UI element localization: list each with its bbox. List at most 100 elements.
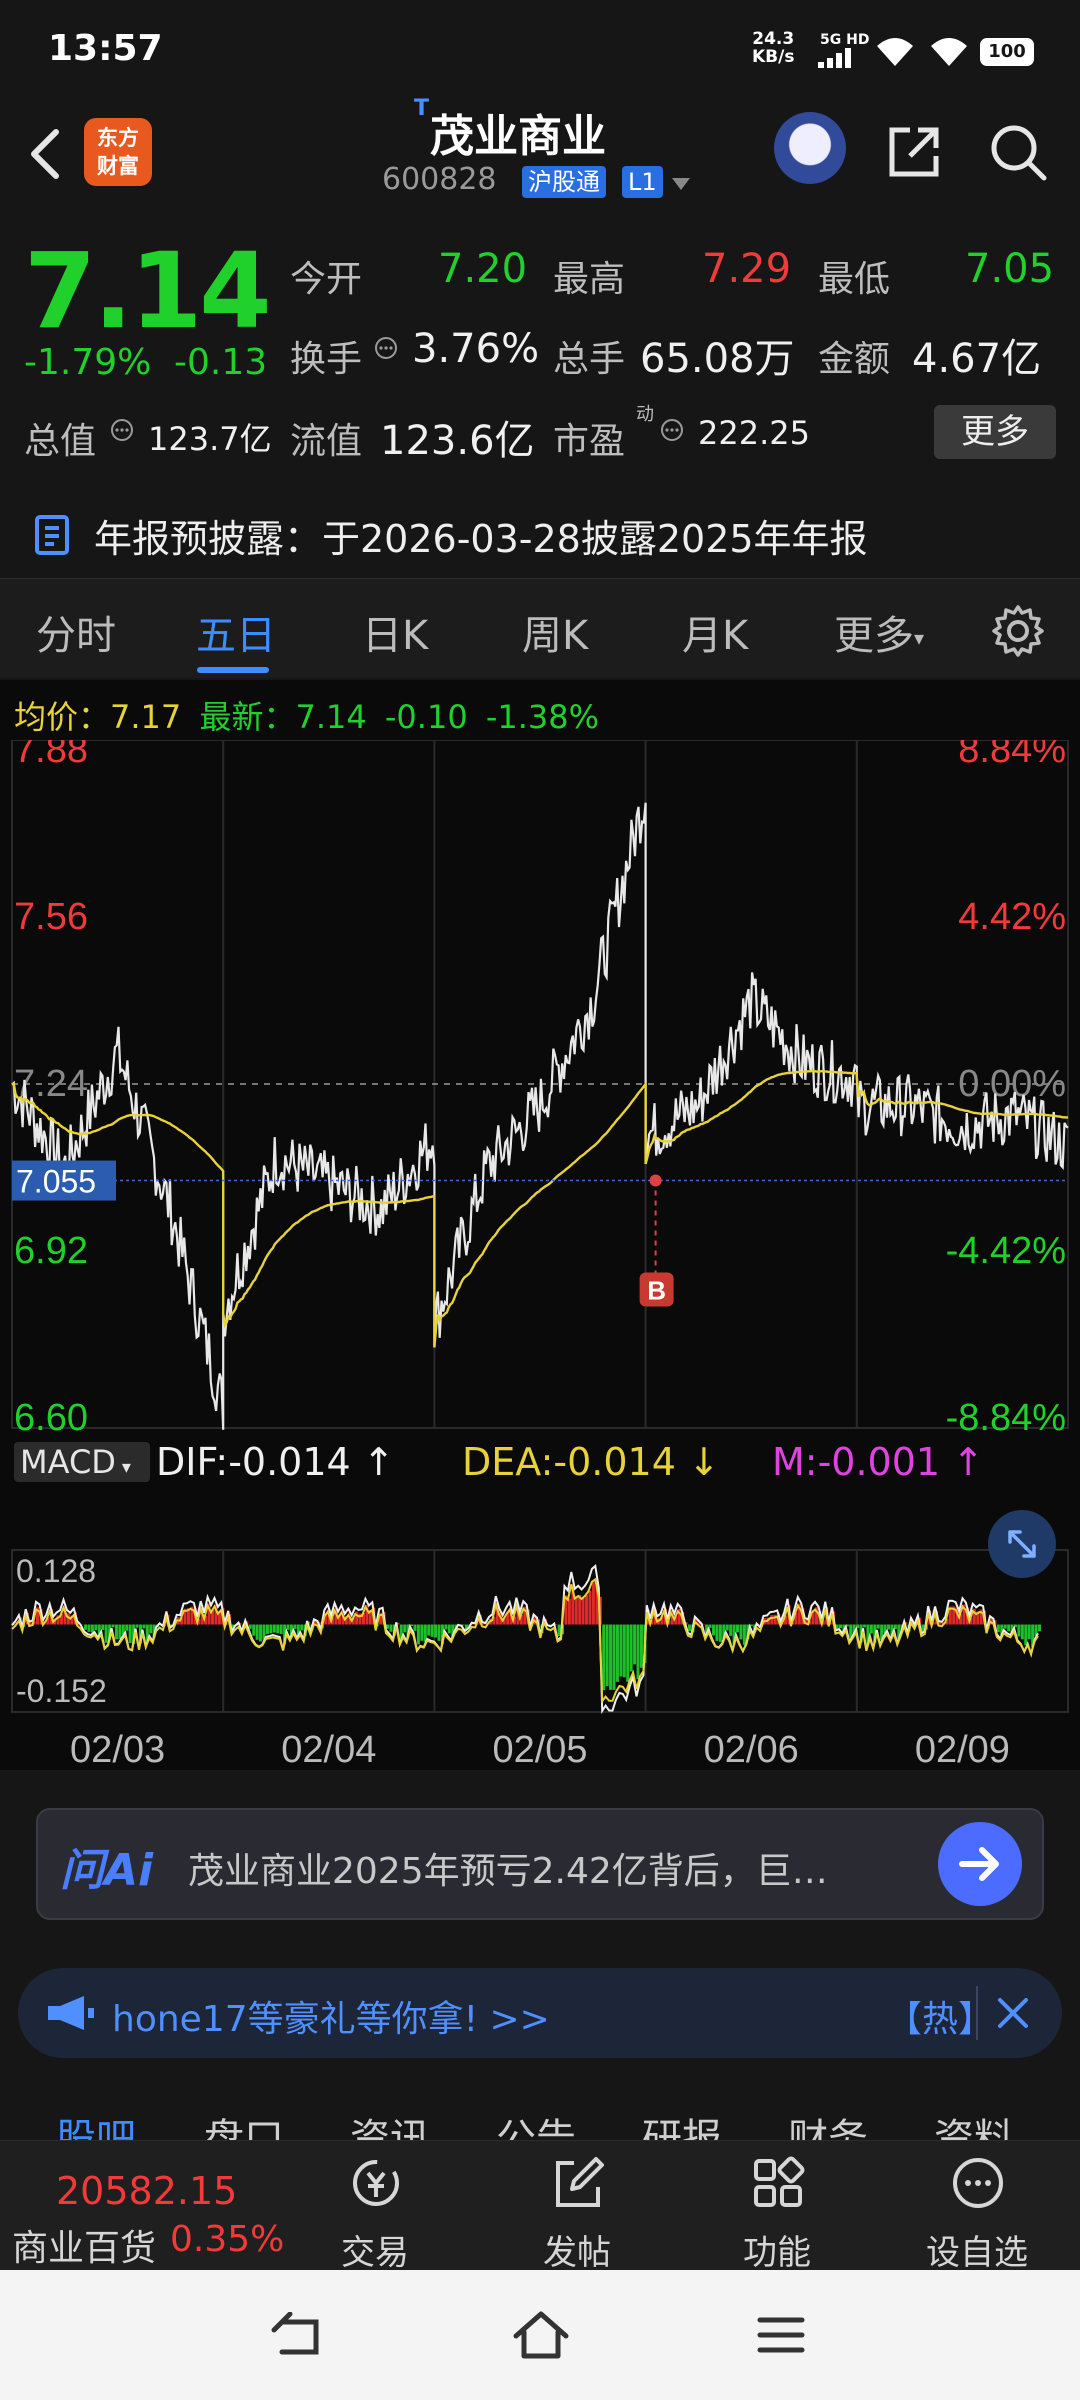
expand-icon[interactable]	[988, 1510, 1056, 1578]
macd-bar	[437, 1624, 441, 1641]
macd-bar	[1017, 1624, 1021, 1637]
tab-financials[interactable]: 财务	[788, 2106, 868, 2144]
cursor-value: 7.055	[16, 1164, 96, 1200]
more-button[interactable]: 更多	[934, 405, 1056, 459]
macd-bar	[248, 1624, 252, 1629]
chart-legend: 均价：7.17 最新：7.14 -0.10 -1.38%	[14, 692, 607, 738]
change-percent: -1.79%	[24, 342, 152, 383]
macd-bar	[626, 1624, 630, 1682]
macd-bar	[444, 1624, 448, 1630]
macd-bar	[715, 1624, 719, 1641]
m-value: -0.001	[817, 1440, 941, 1484]
nav-post-label: 发帖	[543, 2233, 611, 2273]
five-day-chart[interactable]: 均价：7.17 最新：7.14 -0.10 -1.38% 7.88 7.56 7.2…	[0, 680, 1080, 1770]
low-label: 最低	[818, 259, 891, 300]
macd-bar	[293, 1624, 297, 1629]
net-speed-value: 24.3	[752, 29, 795, 49]
macd-bar	[639, 1624, 643, 1668]
tab-announcements[interactable]: 公告	[496, 2106, 576, 2144]
x-tick-label: 02/06	[704, 1729, 799, 1770]
gear-icon[interactable]	[990, 603, 1046, 659]
trade-icon	[353, 2160, 399, 2206]
dif-readout: DIF:-0.014 ↑	[156, 1440, 395, 1484]
share-icon[interactable]	[882, 120, 946, 184]
promo-text: hone17等豪礼等你拿! >>	[112, 1999, 550, 2040]
battery-icon: 100	[980, 38, 1034, 66]
macd-bar	[567, 1598, 571, 1625]
tab-weekly-k[interactable]: 周K	[522, 603, 588, 661]
macd-bar	[581, 1597, 585, 1625]
ai-send-button[interactable]	[938, 1822, 1022, 1906]
ai-logo: 问Ai	[60, 1845, 154, 1896]
macd-bar	[420, 1624, 424, 1641]
indicator-selector[interactable]: MACD ▾	[14, 1442, 150, 1482]
macd-bar	[447, 1624, 451, 1634]
macd-bar	[887, 1624, 891, 1630]
status-time: 13:57	[48, 28, 163, 69]
promo-banner[interactable]: hone17等豪礼等你拿! >> 【热】	[18, 1968, 1062, 2058]
tab-intraday[interactable]: 分时	[36, 603, 116, 661]
tab-daily-k[interactable]: 日K	[362, 603, 428, 661]
close-icon[interactable]	[990, 1990, 1036, 2036]
back-arrow-icon[interactable]	[22, 124, 72, 184]
stock-code: 600828	[382, 162, 497, 197]
high-value: 7.29	[702, 246, 792, 292]
back-gesture-icon[interactable]	[270, 2312, 330, 2362]
latest-value: 7.14	[295, 698, 367, 736]
logo-line-1: 东方	[97, 126, 139, 150]
x-tick-label: 02/05	[492, 1729, 587, 1770]
macd-bar	[84, 1624, 88, 1630]
latest-label: 最新：	[199, 698, 296, 736]
macd-bar	[633, 1624, 637, 1665]
tab-research[interactable]: 研报	[642, 2106, 722, 2144]
tab-more[interactable]: 更多▾	[834, 603, 924, 661]
title-mark: T	[414, 96, 430, 121]
chevron-down-icon[interactable]	[672, 178, 690, 190]
ai-robot-icon[interactable]	[774, 112, 846, 184]
tab-guba[interactable]: 股吧	[56, 2106, 136, 2144]
pe-superscript: 动	[636, 404, 654, 425]
dea-label: DEA:	[462, 1440, 554, 1484]
macd-bar	[1027, 1624, 1031, 1640]
y-tick-right: 4.42%	[958, 896, 1066, 938]
info-icon[interactable]	[110, 418, 134, 442]
chart-period-tabs: 分时 五日 日K 周K 月K 更多▾	[0, 578, 1080, 678]
macd-bar	[255, 1624, 259, 1640]
search-icon[interactable]	[986, 120, 1050, 184]
tab-profile[interactable]: 资料	[934, 2106, 1014, 2144]
tab-news[interactable]: 资讯	[350, 2106, 430, 2144]
macd-bar	[712, 1624, 716, 1636]
home-icon[interactable]	[510, 2308, 572, 2362]
app-logo[interactable]: 东方 财富	[84, 118, 152, 186]
annual-report-notice[interactable]: 年报预披露：于2026-03-28披露2025年年报	[0, 500, 1080, 576]
signal-label: 5G HD	[820, 32, 870, 48]
nav-add-watchlist-label: 设自选	[926, 2233, 1028, 2273]
network-speed: 24.3 KB/s	[752, 30, 794, 66]
macd-bar	[259, 1624, 263, 1642]
tab-monthly-k[interactable]: 月K	[682, 603, 748, 661]
macd-bar	[605, 1624, 609, 1687]
dif-label: DIF:	[156, 1440, 229, 1484]
macd-bar	[279, 1624, 283, 1635]
sector-name: 商业百货	[12, 2228, 157, 2269]
chart-canvas[interactable]: 7.887.567.246.926.608.84%4.42%0.00%-4.42…	[0, 740, 1080, 1770]
macd-bar	[1003, 1624, 1007, 1629]
tab-order-book[interactable]: 盘口	[204, 2106, 284, 2144]
ai-question-bar[interactable]: 问Ai 茂业商业2025年预亏2.42亿背后，巨…	[36, 1808, 1044, 1920]
macd-bar	[269, 1624, 273, 1634]
x-tick-label: 02/03	[70, 1729, 165, 1770]
macd-bar	[609, 1624, 613, 1690]
macd-bar	[629, 1624, 633, 1672]
market-cap-label: 总值	[24, 421, 97, 462]
menu-icon[interactable]	[756, 2314, 806, 2356]
avg-value: 7.17	[110, 698, 182, 736]
macd-bar	[612, 1624, 616, 1690]
stock-title[interactable]: T 茂业商业	[414, 96, 606, 164]
macd-bar	[149, 1624, 153, 1634]
tab-five-day[interactable]: 五日	[196, 603, 276, 661]
wifi-icon	[931, 38, 967, 66]
nav-trade-label: 交易	[341, 2233, 409, 2273]
change-amount: -0.13	[174, 342, 268, 383]
info-icon[interactable]	[374, 336, 398, 360]
info-icon[interactable]	[660, 418, 684, 442]
